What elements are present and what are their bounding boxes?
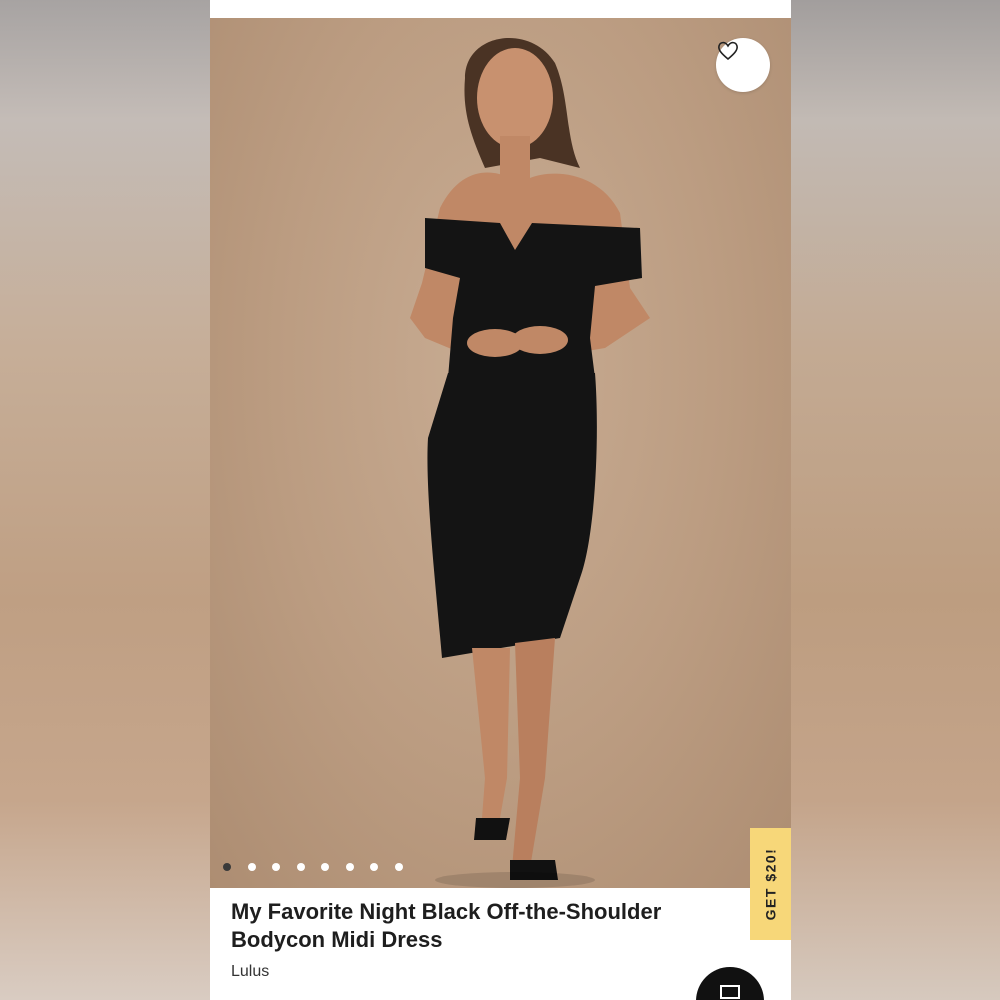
model-illustration <box>410 37 650 888</box>
pagination-dot[interactable] <box>345 863 354 871</box>
pagination-dot[interactable] <box>223 863 231 871</box>
blurred-background-left <box>0 0 210 1000</box>
favorite-button[interactable] <box>716 38 770 92</box>
heart-icon <box>718 41 738 61</box>
promo-tab[interactable]: GET $20! <box>750 828 791 940</box>
pagination-dot[interactable] <box>370 863 378 871</box>
product-image[interactable] <box>210 18 791 888</box>
pagination-dot[interactable] <box>321 863 329 871</box>
pagination-dot[interactable] <box>296 863 305 871</box>
image-pagination[interactable] <box>223 863 419 871</box>
promo-label: GET $20! <box>762 847 779 921</box>
blurred-background-right <box>791 0 1000 1000</box>
product-page: GET $20! My Favorite Night Black Off-the… <box>210 0 791 1000</box>
pagination-dot[interactable] <box>272 863 280 871</box>
top-bar <box>210 0 791 18</box>
chat-icon <box>720 985 740 999</box>
product-title: My Favorite Night Black Off-the-Shoulder… <box>231 899 662 952</box>
pagination-dot[interactable] <box>247 863 256 871</box>
chat-button[interactable] <box>696 967 764 1000</box>
product-brand[interactable]: Lulus <box>231 963 269 981</box>
pagination-dot[interactable] <box>394 863 403 871</box>
